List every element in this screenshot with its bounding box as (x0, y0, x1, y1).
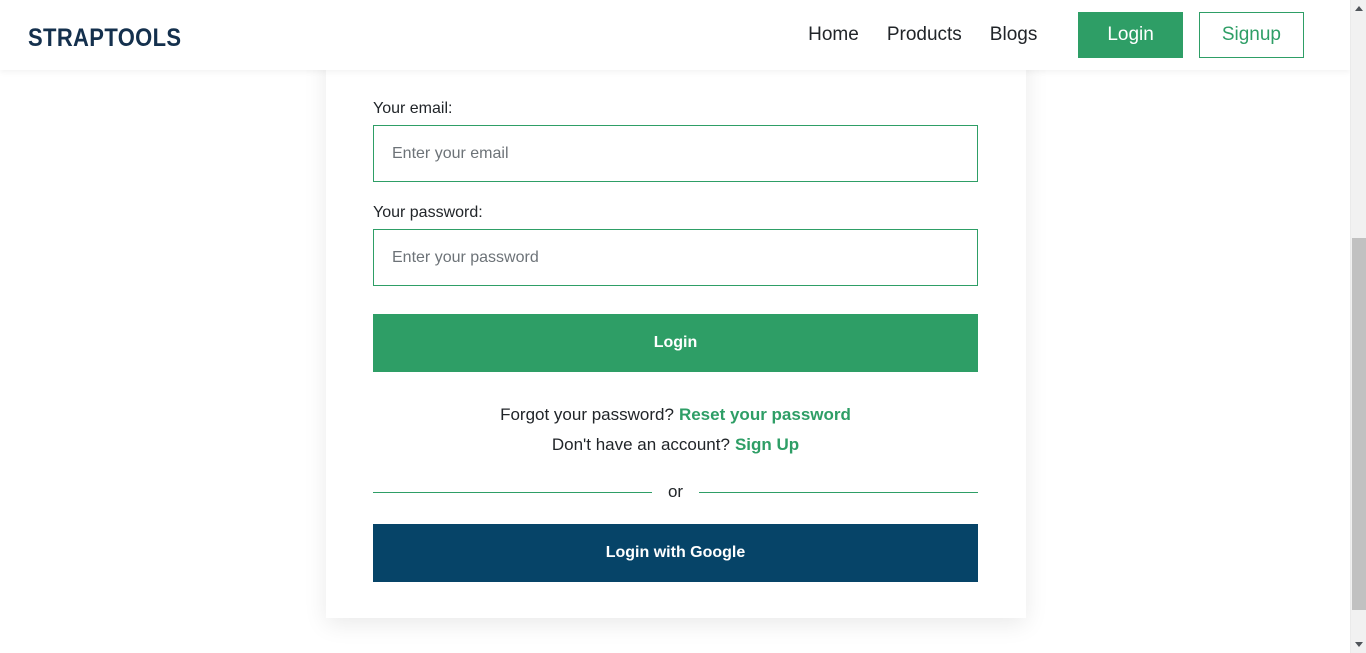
divider-label: or (667, 482, 684, 501)
password-field-group: Your password: (373, 204, 978, 286)
main-navigation: Home Products Blogs Login Signup (798, 0, 1304, 70)
or-divider: or (373, 482, 978, 502)
nav-item-blogs[interactable]: Blogs (976, 0, 1052, 70)
header-login-button[interactable]: Login (1078, 12, 1183, 58)
site-logo[interactable]: STRAPTOOLS (28, 24, 181, 53)
email-input[interactable] (373, 125, 978, 182)
login-with-google-button[interactable]: Login with Google (373, 524, 978, 582)
signup-prompt-row: Don't have an account? Sign Up (373, 430, 978, 460)
scrollbar-thumb[interactable] (1352, 238, 1366, 610)
no-account-text: Don't have an account? (551, 435, 730, 454)
page-content: Please use this credentials to check adm… (0, 0, 1350, 653)
sign-up-link[interactable]: Sign Up (735, 435, 799, 454)
reset-password-link[interactable]: Reset your password (679, 405, 851, 424)
site-header: STRAPTOOLS Home Products Blogs Login Sig… (0, 0, 1350, 70)
nav-item-home[interactable]: Home (798, 0, 873, 70)
login-submit-button[interactable]: Login (373, 314, 978, 372)
scroll-up-arrow-icon[interactable] (1351, 0, 1366, 17)
browser-viewport: Please use this credentials to check adm… (0, 0, 1366, 653)
email-label: Your email: (373, 100, 453, 117)
forgot-password-text: Forgot your password? (500, 405, 674, 424)
scroll-down-arrow-icon[interactable] (1351, 636, 1366, 653)
forgot-password-row: Forgot your password? Reset your password (373, 400, 978, 430)
password-label: Your password: (373, 204, 483, 221)
divider-line-left (373, 491, 652, 493)
divider-line-right (699, 491, 978, 493)
login-form: Your email: Your password: Login Forgot … (373, 100, 978, 582)
nav-item-products[interactable]: Products (873, 0, 976, 70)
email-field-group: Your email: (373, 100, 978, 182)
header-signup-button[interactable]: Signup (1198, 12, 1304, 58)
vertical-scrollbar[interactable] (1350, 0, 1366, 653)
password-input[interactable] (373, 229, 978, 286)
login-card: Your email: Your password: Login Forgot … (326, 0, 1026, 618)
